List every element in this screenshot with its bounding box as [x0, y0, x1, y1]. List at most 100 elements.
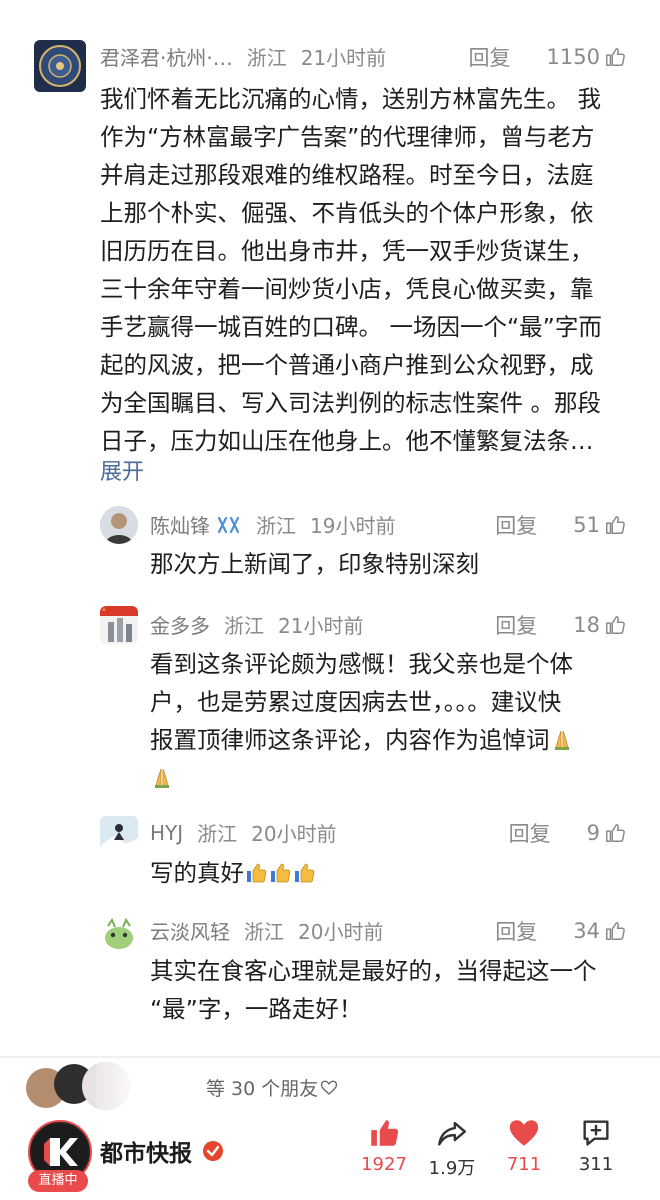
text-line-with-emoji [150, 759, 640, 797]
comment-actions: 回复 18 [495, 610, 626, 640]
section-divider [0, 1056, 660, 1058]
like-thumb-icon[interactable] [604, 514, 626, 536]
text-line: 作为“方林富最字广告案”的代理律师，曾与老方 [100, 123, 595, 151]
thumbs-up-emoji-icon [244, 861, 268, 885]
text-line: 写的真好 [150, 859, 244, 887]
text-line: 旧历历在目。他出身市井，凭一双手炒货谋生， [100, 237, 594, 265]
thumb-up-filled-icon [371, 1120, 399, 1146]
comment-action[interactable]: 311 [572, 1116, 620, 1175]
heart-filled-icon [509, 1120, 539, 1146]
like-thumb-icon[interactable] [604, 822, 626, 844]
username[interactable]: 君泽君·杭州·… [100, 42, 233, 71]
text-line: 并肩走过那段艰难的维权路程。时至今日，法庭 [100, 161, 594, 189]
friend-avatars [26, 1062, 146, 1110]
verified-badge-icon [203, 1141, 223, 1161]
comment-actions: 回复 9 [509, 818, 626, 848]
reply-button[interactable]: 回复 [495, 510, 537, 540]
comment-actions: 回复 1150 [469, 42, 626, 72]
like-count: 34 [573, 919, 600, 943]
location: 浙江 [224, 614, 264, 638]
username[interactable]: 金多多 [150, 610, 210, 639]
timestamp: 21小时前 [278, 614, 364, 638]
thumbs-up-emoji-icon [268, 861, 292, 885]
comment-text: 我们怀着无比沉痛的心情，送别方林富先生。 我 作为“方林富最字广告案”的代理律师… [100, 80, 640, 460]
like-count: 1150 [546, 45, 600, 69]
text-line: 我们怀着无比沉痛的心情，送别方林富先生。 我 [100, 85, 601, 113]
comment-bubble-icon [583, 1120, 609, 1146]
location: 浙江 [244, 920, 284, 944]
text-line: 那次方上新闻了，印象特别深刻 [150, 550, 479, 578]
thumbs-up-emoji-icon [292, 861, 316, 885]
user-avatar[interactable] [34, 40, 86, 92]
comment-text: 那次方上新闻了，印象特别深刻 [150, 545, 630, 583]
comment-text: 看到这条评论颇为感慨！我父亲也是个体 户，也是劳累过度因病去世，。。。建议快 报… [150, 645, 640, 797]
username[interactable]: 陈灿锋 [150, 510, 210, 539]
reply-button[interactable]: 回复 [469, 42, 511, 72]
account-name[interactable]: 都市快报 [100, 1134, 192, 1168]
comment-meta: 君泽君·杭州·… 浙江 21小时前 [100, 42, 386, 71]
comment-actions: 回复 34 [495, 916, 626, 946]
live-badge[interactable]: 直播中 [28, 1170, 88, 1192]
username[interactable]: HYJ [150, 821, 183, 845]
reply-button[interactable]: 回复 [495, 610, 537, 640]
comment-actions: 回复 51 [495, 510, 626, 540]
text-line: 户，也是劳累过度因病去世，。。。建议快 [150, 688, 562, 716]
comment-meta: 云淡风轻 浙江 20小时前 [150, 916, 383, 945]
text-line: 报置顶律师这条评论，内容作为追悼词 [150, 726, 550, 754]
text-line: 上那个朴实、倔强、不肯低头的个体户形象，依 [100, 199, 594, 227]
user-avatar[interactable] [100, 914, 138, 952]
friends-liked-label: 等 30 个朋友 [206, 1078, 319, 1100]
user-avatar[interactable] [100, 816, 138, 854]
expand-link[interactable]: 展开 [100, 454, 144, 486]
avatar-image [100, 606, 138, 644]
like-action[interactable]: 1927 [360, 1116, 408, 1175]
user-avatar[interactable] [100, 506, 138, 544]
like-thumb-icon[interactable] [604, 920, 626, 942]
timestamp: 20小时前 [298, 920, 384, 944]
comment-meta: HYJ 浙江 20小时前 [150, 818, 337, 847]
location: 浙江 [197, 822, 238, 846]
text-line-with-emoji: 报置顶律师这条评论，内容作为追悼词 [150, 721, 640, 759]
reply-button[interactable]: 回复 [509, 818, 551, 848]
comment-count: 311 [578, 1154, 614, 1175]
avatar-image [39, 45, 81, 87]
location: 浙江 [246, 46, 287, 70]
favorite-action[interactable]: 711 [500, 1116, 548, 1175]
share-icon [438, 1121, 466, 1146]
comment-text: 其实在食客心理就是最好的，当得起这一个 “最”字，一路走好！ [150, 952, 640, 1028]
share-action[interactable]: 1.9万 [428, 1116, 476, 1180]
like-count: 1927 [361, 1154, 407, 1175]
user-avatar[interactable] [100, 606, 138, 644]
text-line: 起的风波，把一个普通小商户推到公众视野，成 [100, 351, 594, 379]
timestamp: 21小时前 [300, 46, 387, 70]
text-line: 日子，压力如山压在他身上。他不懂繁复法条… [100, 427, 594, 455]
like-thumb-icon[interactable] [604, 614, 626, 636]
location: 浙江 [256, 514, 296, 538]
avatar-image [100, 506, 138, 544]
like-count: 9 [586, 821, 600, 845]
text-line: “最”字，一路走好！ [150, 995, 363, 1023]
comment-text: 写的真好 [150, 854, 630, 892]
text-line-with-emoji: 写的真好 [150, 854, 630, 892]
timestamp: 19小时前 [310, 514, 396, 538]
like-thumb-icon[interactable] [604, 46, 626, 68]
timestamp: 20小时前 [251, 822, 337, 846]
share-count: 1.9万 [428, 1158, 476, 1179]
pray-emoji-icon [150, 766, 174, 790]
favorite-count: 711 [506, 1154, 542, 1175]
text-line: 手艺赢得一城百姓的口碑。 一场因一个“最”字而 [100, 313, 602, 341]
text-line: 看到这条评论颇为感慨！我父亲也是个体 [150, 650, 573, 678]
like-count: 18 [573, 613, 600, 637]
reply-button[interactable]: 回复 [495, 916, 537, 946]
text-line: 三十余年守着一间炒货小店，凭良心做买卖，靠 [100, 275, 594, 303]
comment-meta: 金多多 浙江 21小时前 [150, 610, 363, 639]
pray-emoji-icon [550, 728, 574, 752]
avatar-image [100, 914, 138, 952]
comment-meta: 陈灿锋 浙江 19小时前 [150, 510, 395, 539]
username[interactable]: 云淡风轻 [150, 916, 230, 945]
friends-liked-row[interactable]: 等 30 个朋友 [26, 1062, 426, 1110]
vip-badge-icon [217, 516, 240, 533]
heart-outline-icon [321, 1080, 338, 1095]
text-line: 为全国瞩目、写入司法判例的标志性案件 。那段 [100, 389, 601, 417]
text-line: 其实在食客心理就是最好的，当得起这一个 [150, 957, 597, 985]
